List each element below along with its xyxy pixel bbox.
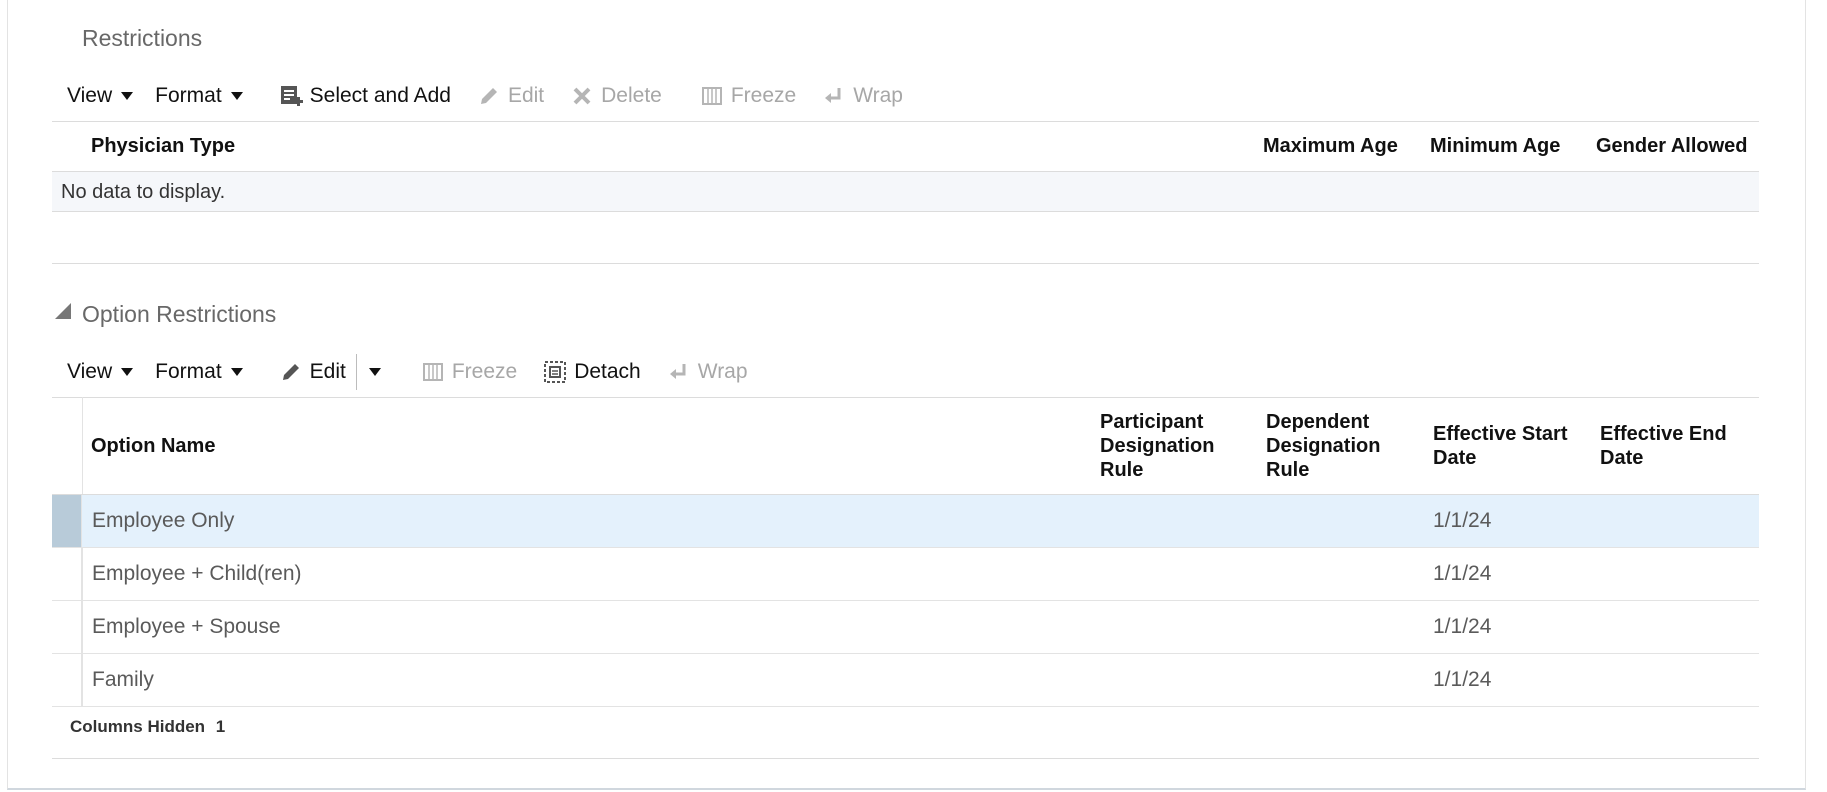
empty-table-row: No data to display. — [52, 171, 1759, 212]
delete-label: Delete — [601, 84, 662, 107]
split-separator — [355, 354, 357, 390]
caret-down-icon — [230, 92, 243, 100]
option-restrictions-toolbar: View Format Edit Freeze Detach Wrap — [67, 352, 774, 392]
freeze-label: Freeze — [451, 360, 518, 383]
start-date-cell: 1/1/24 — [1433, 615, 1492, 638]
caret-down-icon — [121, 368, 134, 376]
divider — [52, 397, 1759, 398]
start-date-cell: 1/1/24 — [1433, 562, 1492, 585]
pencil-icon — [477, 84, 501, 108]
divider — [52, 263, 1759, 264]
option-name-cell: Employee + Spouse — [92, 615, 281, 638]
divider — [52, 121, 1759, 122]
wrap-button[interactable]: Wrap — [822, 84, 903, 108]
col-header-participant-designation-rule[interactable]: Participant Designation Rule — [1100, 410, 1240, 482]
pencil-icon — [279, 360, 303, 384]
col-header-effective-start-date[interactable]: Effective Start Date — [1433, 422, 1583, 470]
col-header-minimum-age[interactable]: Minimum Age — [1430, 134, 1560, 158]
select-and-add-label: Select and Add — [309, 84, 451, 107]
wrap-label: Wrap — [697, 360, 748, 383]
view-menu[interactable]: View — [67, 84, 134, 108]
x-icon — [570, 84, 594, 108]
restrictions-title: Restrictions — [82, 25, 203, 51]
caret-down-icon — [121, 92, 134, 100]
table-row[interactable]: Employee + Spouse 1/1/24 — [52, 601, 1759, 654]
edit-button[interactable]: Edit — [477, 84, 544, 108]
start-date-cell: 1/1/24 — [1433, 509, 1492, 532]
table-row[interactable]: Family 1/1/24 — [52, 654, 1759, 707]
option-name-cell: Employee Only — [92, 509, 235, 532]
wrap-button[interactable]: Wrap — [667, 360, 748, 384]
freeze-button[interactable]: Freeze — [700, 84, 796, 108]
format-menu-label: Format — [155, 84, 222, 107]
columns-hidden-status: Columns Hidden 1 — [70, 717, 225, 737]
delete-button[interactable]: Delete — [570, 84, 662, 108]
row-selector[interactable] — [52, 548, 82, 600]
view-menu-label: View — [67, 84, 113, 107]
no-data-message: No data to display. — [61, 181, 226, 203]
edit-button[interactable]: Edit — [279, 360, 346, 384]
format-menu[interactable]: Format — [155, 84, 243, 108]
format-menu[interactable]: Format — [155, 360, 243, 384]
restrictions-toolbar: View Format Select and Add Edit Delete F… — [67, 76, 929, 116]
detach-button[interactable]: Detach — [543, 360, 641, 384]
table-row[interactable]: Employee Only 1/1/24 — [52, 495, 1759, 548]
edit-label: Edit — [309, 360, 346, 383]
columns-hidden-count[interactable]: 1 — [216, 717, 225, 736]
col-header-dependent-designation-rule[interactable]: Dependent Designation Rule — [1266, 410, 1406, 482]
row-selector[interactable] — [52, 495, 82, 547]
col-header-gender-allowed[interactable]: Gender Allowed — [1596, 134, 1748, 158]
view-menu[interactable]: View — [67, 360, 134, 384]
col-header-physician-type[interactable]: Physician Type — [91, 134, 235, 158]
edit-dropdown-button[interactable] — [367, 368, 381, 376]
select-and-add-button[interactable]: Select and Add — [279, 84, 451, 108]
col-header-effective-end-date[interactable]: Effective End Date — [1600, 422, 1750, 470]
row-selector[interactable] — [52, 601, 82, 653]
table-row[interactable]: Employee + Child(ren) 1/1/24 — [52, 548, 1759, 601]
detach-icon — [543, 360, 567, 384]
option-name-cell: Family — [92, 668, 154, 691]
option-restrictions-title: Option Restrictions — [82, 301, 277, 327]
divider — [52, 758, 1759, 759]
wrap-icon — [667, 360, 691, 384]
select-add-icon — [279, 84, 303, 108]
view-menu-label: View — [67, 360, 113, 383]
col-header-option-name[interactable]: Option Name — [91, 434, 215, 458]
row-selector[interactable] — [52, 654, 82, 706]
columns-hidden-label: Columns Hidden — [70, 717, 206, 736]
wrap-label: Wrap — [853, 84, 903, 107]
caret-down-icon — [230, 368, 243, 376]
col-header-maximum-age[interactable]: Maximum Age — [1263, 134, 1398, 158]
detach-label: Detach — [574, 360, 641, 383]
format-menu-label: Format — [155, 360, 222, 383]
edit-label: Edit — [507, 84, 545, 107]
freeze-button[interactable]: Freeze — [421, 360, 517, 384]
freeze-icon — [700, 84, 724, 108]
freeze-icon — [421, 360, 445, 384]
wrap-icon — [822, 84, 846, 108]
start-date-cell: 1/1/24 — [1433, 668, 1492, 691]
collapse-triangle-icon[interactable] — [55, 303, 71, 319]
freeze-label: Freeze — [730, 84, 797, 107]
caret-down-icon — [368, 368, 381, 376]
option-name-cell: Employee + Child(ren) — [92, 562, 302, 585]
